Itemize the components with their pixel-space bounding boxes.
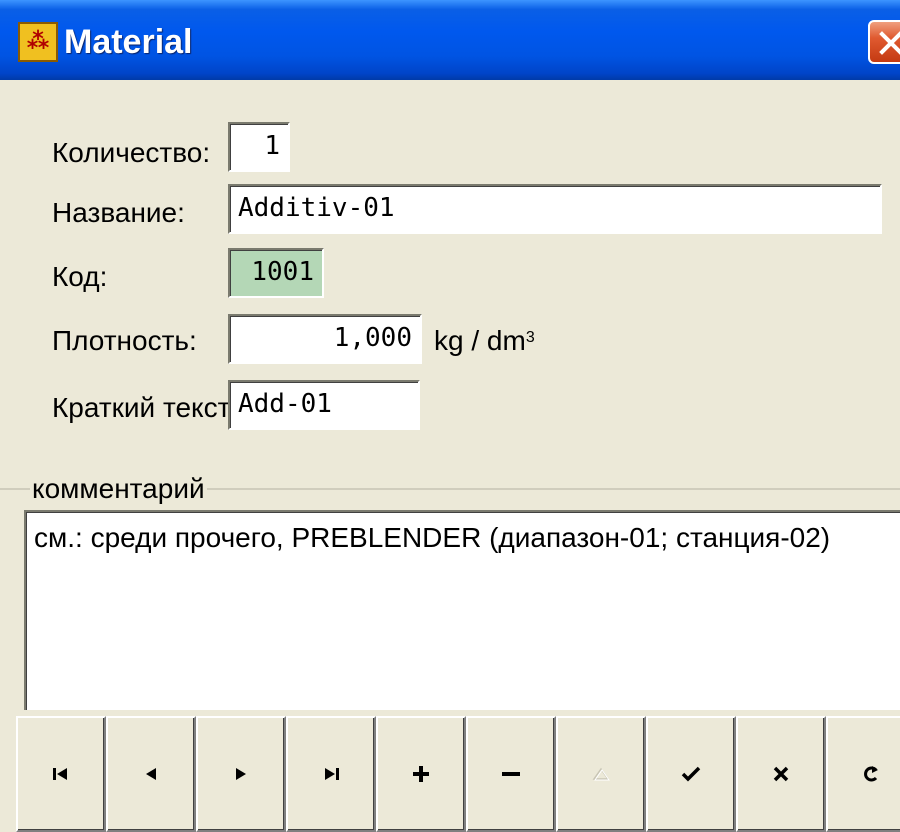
cancel-edit-button[interactable] bbox=[736, 716, 826, 832]
name-label: Название: bbox=[52, 197, 185, 228]
close-button[interactable] bbox=[868, 20, 900, 64]
next-record-button[interactable] bbox=[196, 716, 286, 832]
first-record-icon bbox=[53, 768, 67, 780]
density-unit-sup: 3 bbox=[525, 329, 535, 346]
refresh-icon bbox=[864, 766, 878, 782]
close-icon bbox=[879, 31, 900, 55]
delete-record-button[interactable] bbox=[466, 716, 556, 832]
edit-record-button[interactable] bbox=[556, 716, 646, 832]
prev-record-icon bbox=[146, 768, 156, 780]
density-unit-text: kg / dm bbox=[434, 325, 526, 356]
delete-record-icon bbox=[502, 772, 520, 776]
insert-record-icon bbox=[413, 766, 429, 782]
short-text-field[interactable]: Add-01 bbox=[228, 380, 420, 430]
first-record-button[interactable] bbox=[16, 716, 106, 832]
insert-record-button[interactable] bbox=[376, 716, 466, 832]
post-record-icon bbox=[681, 766, 701, 782]
quantity-field[interactable]: 1 bbox=[228, 122, 290, 172]
density-field[interactable]: 1,000 bbox=[228, 314, 422, 364]
app-logo-icon: ⁂ bbox=[18, 22, 58, 62]
title-bar[interactable]: ⁂ Material bbox=[0, 0, 900, 80]
next-record-icon bbox=[236, 768, 246, 780]
prev-record-button[interactable] bbox=[106, 716, 196, 832]
name-field[interactable]: Additiv-01 bbox=[228, 184, 882, 234]
comment-textarea[interactable]: см.: среди прочего, PREBLENDER (диапазон… bbox=[24, 510, 900, 710]
post-record-button[interactable] bbox=[646, 716, 736, 832]
cancel-edit-icon bbox=[773, 766, 789, 782]
refresh-button[interactable] bbox=[826, 716, 900, 832]
comment-legend: комментарий bbox=[30, 473, 207, 504]
last-record-button[interactable] bbox=[286, 716, 376, 832]
edit-record-icon bbox=[592, 767, 610, 781]
density-unit: kg / dm3 bbox=[434, 322, 535, 357]
navigator-toolbar bbox=[0, 716, 900, 832]
material-window: ⁂ Material Количество: 1 Название: Addit… bbox=[0, 0, 900, 832]
last-record-icon bbox=[325, 768, 339, 780]
code-field: 1001 bbox=[228, 248, 324, 298]
density-label: Плотность: bbox=[52, 325, 197, 356]
short-text-label: Краткий текст: bbox=[52, 392, 239, 423]
window-title: Material bbox=[64, 23, 193, 61]
code-label: Код: bbox=[52, 261, 108, 292]
quantity-label: Количество: bbox=[52, 137, 211, 168]
